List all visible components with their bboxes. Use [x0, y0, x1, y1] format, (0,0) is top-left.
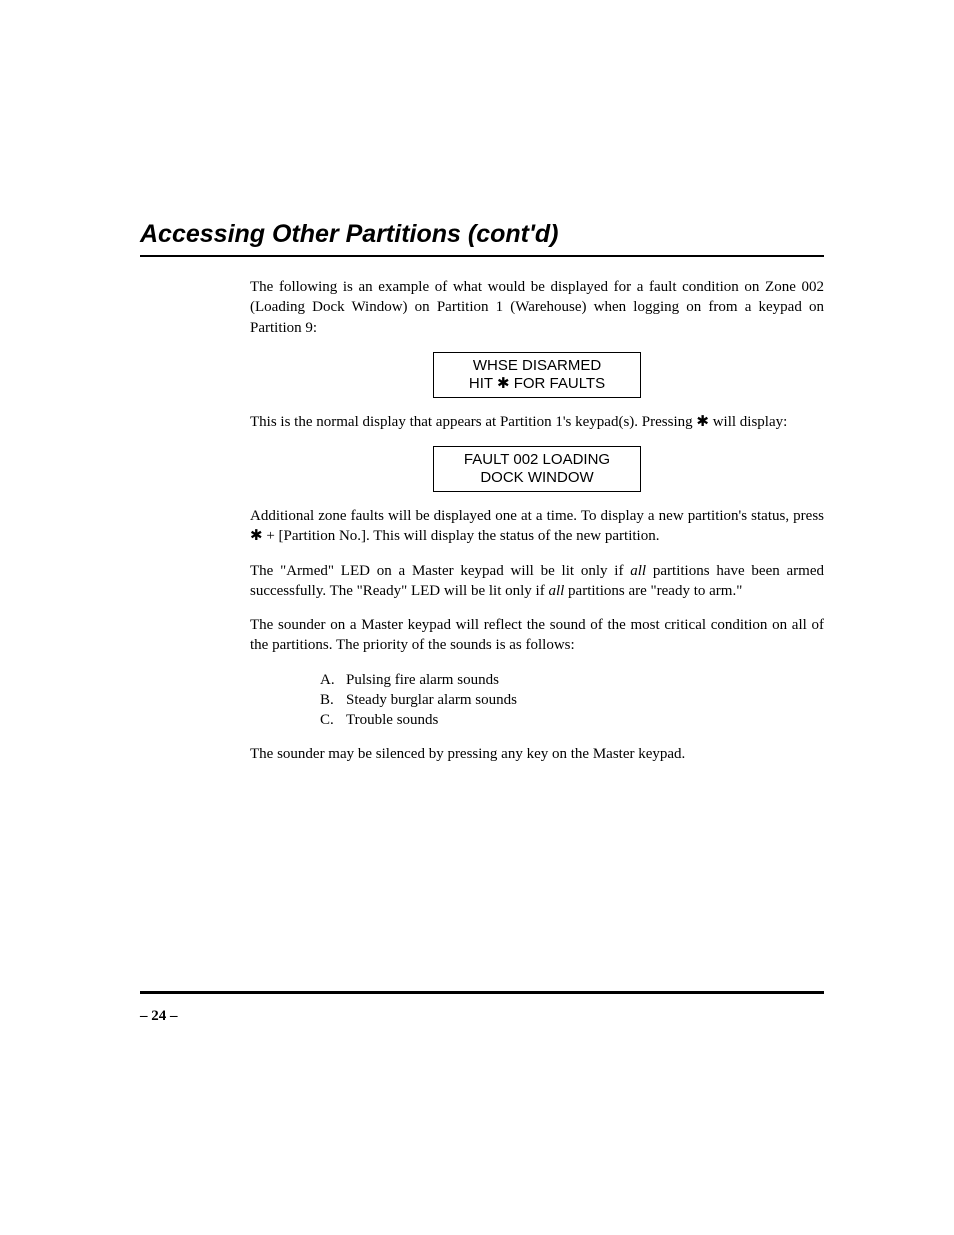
paragraph-intro: The following is an example of what woul… [250, 277, 824, 338]
paragraph-sounder: The sounder on a Master keypad will refl… [250, 615, 824, 656]
page-title: Accessing Other Partitions (cont'd) [140, 220, 824, 257]
footer-rule [140, 991, 824, 994]
lcd1-line2: HIT ✱ FOR FAULTS [442, 375, 632, 393]
lcd1-line1: WHSE DISARMED [442, 357, 632, 375]
paragraph-normal-display: This is the normal display that appears … [250, 412, 824, 432]
body-content: The following is an example of what woul… [250, 277, 824, 765]
lcd2-line2: DOCK WINDOW [442, 469, 632, 487]
lcd-display-2: FAULT 002 LOADING DOCK WINDOW [433, 446, 641, 492]
star-icon: ✱ [696, 413, 709, 430]
page-footer: – 24 – [140, 991, 824, 1025]
paragraph-additional-faults: Additional zone faults will be displayed… [250, 506, 824, 547]
priority-list: A. Pulsing fire alarm sounds B. Steady b… [250, 670, 824, 731]
page-number: – 24 – [140, 1008, 824, 1025]
list-item: A. Pulsing fire alarm sounds [320, 670, 824, 690]
list-item: B. Steady burglar alarm sounds [320, 690, 824, 710]
lcd-display-1: WHSE DISARMED HIT ✱ FOR FAULTS [433, 352, 641, 398]
paragraph-silence: The sounder may be silenced by pressing … [250, 744, 824, 764]
lcd2-line1: FAULT 002 LOADING [442, 451, 632, 469]
star-icon: ✱ [250, 527, 263, 544]
list-item: C. Trouble sounds [320, 710, 824, 730]
paragraph-armed-led: The "Armed" LED on a Master keypad will … [250, 561, 824, 602]
star-icon: ✱ [497, 375, 510, 392]
